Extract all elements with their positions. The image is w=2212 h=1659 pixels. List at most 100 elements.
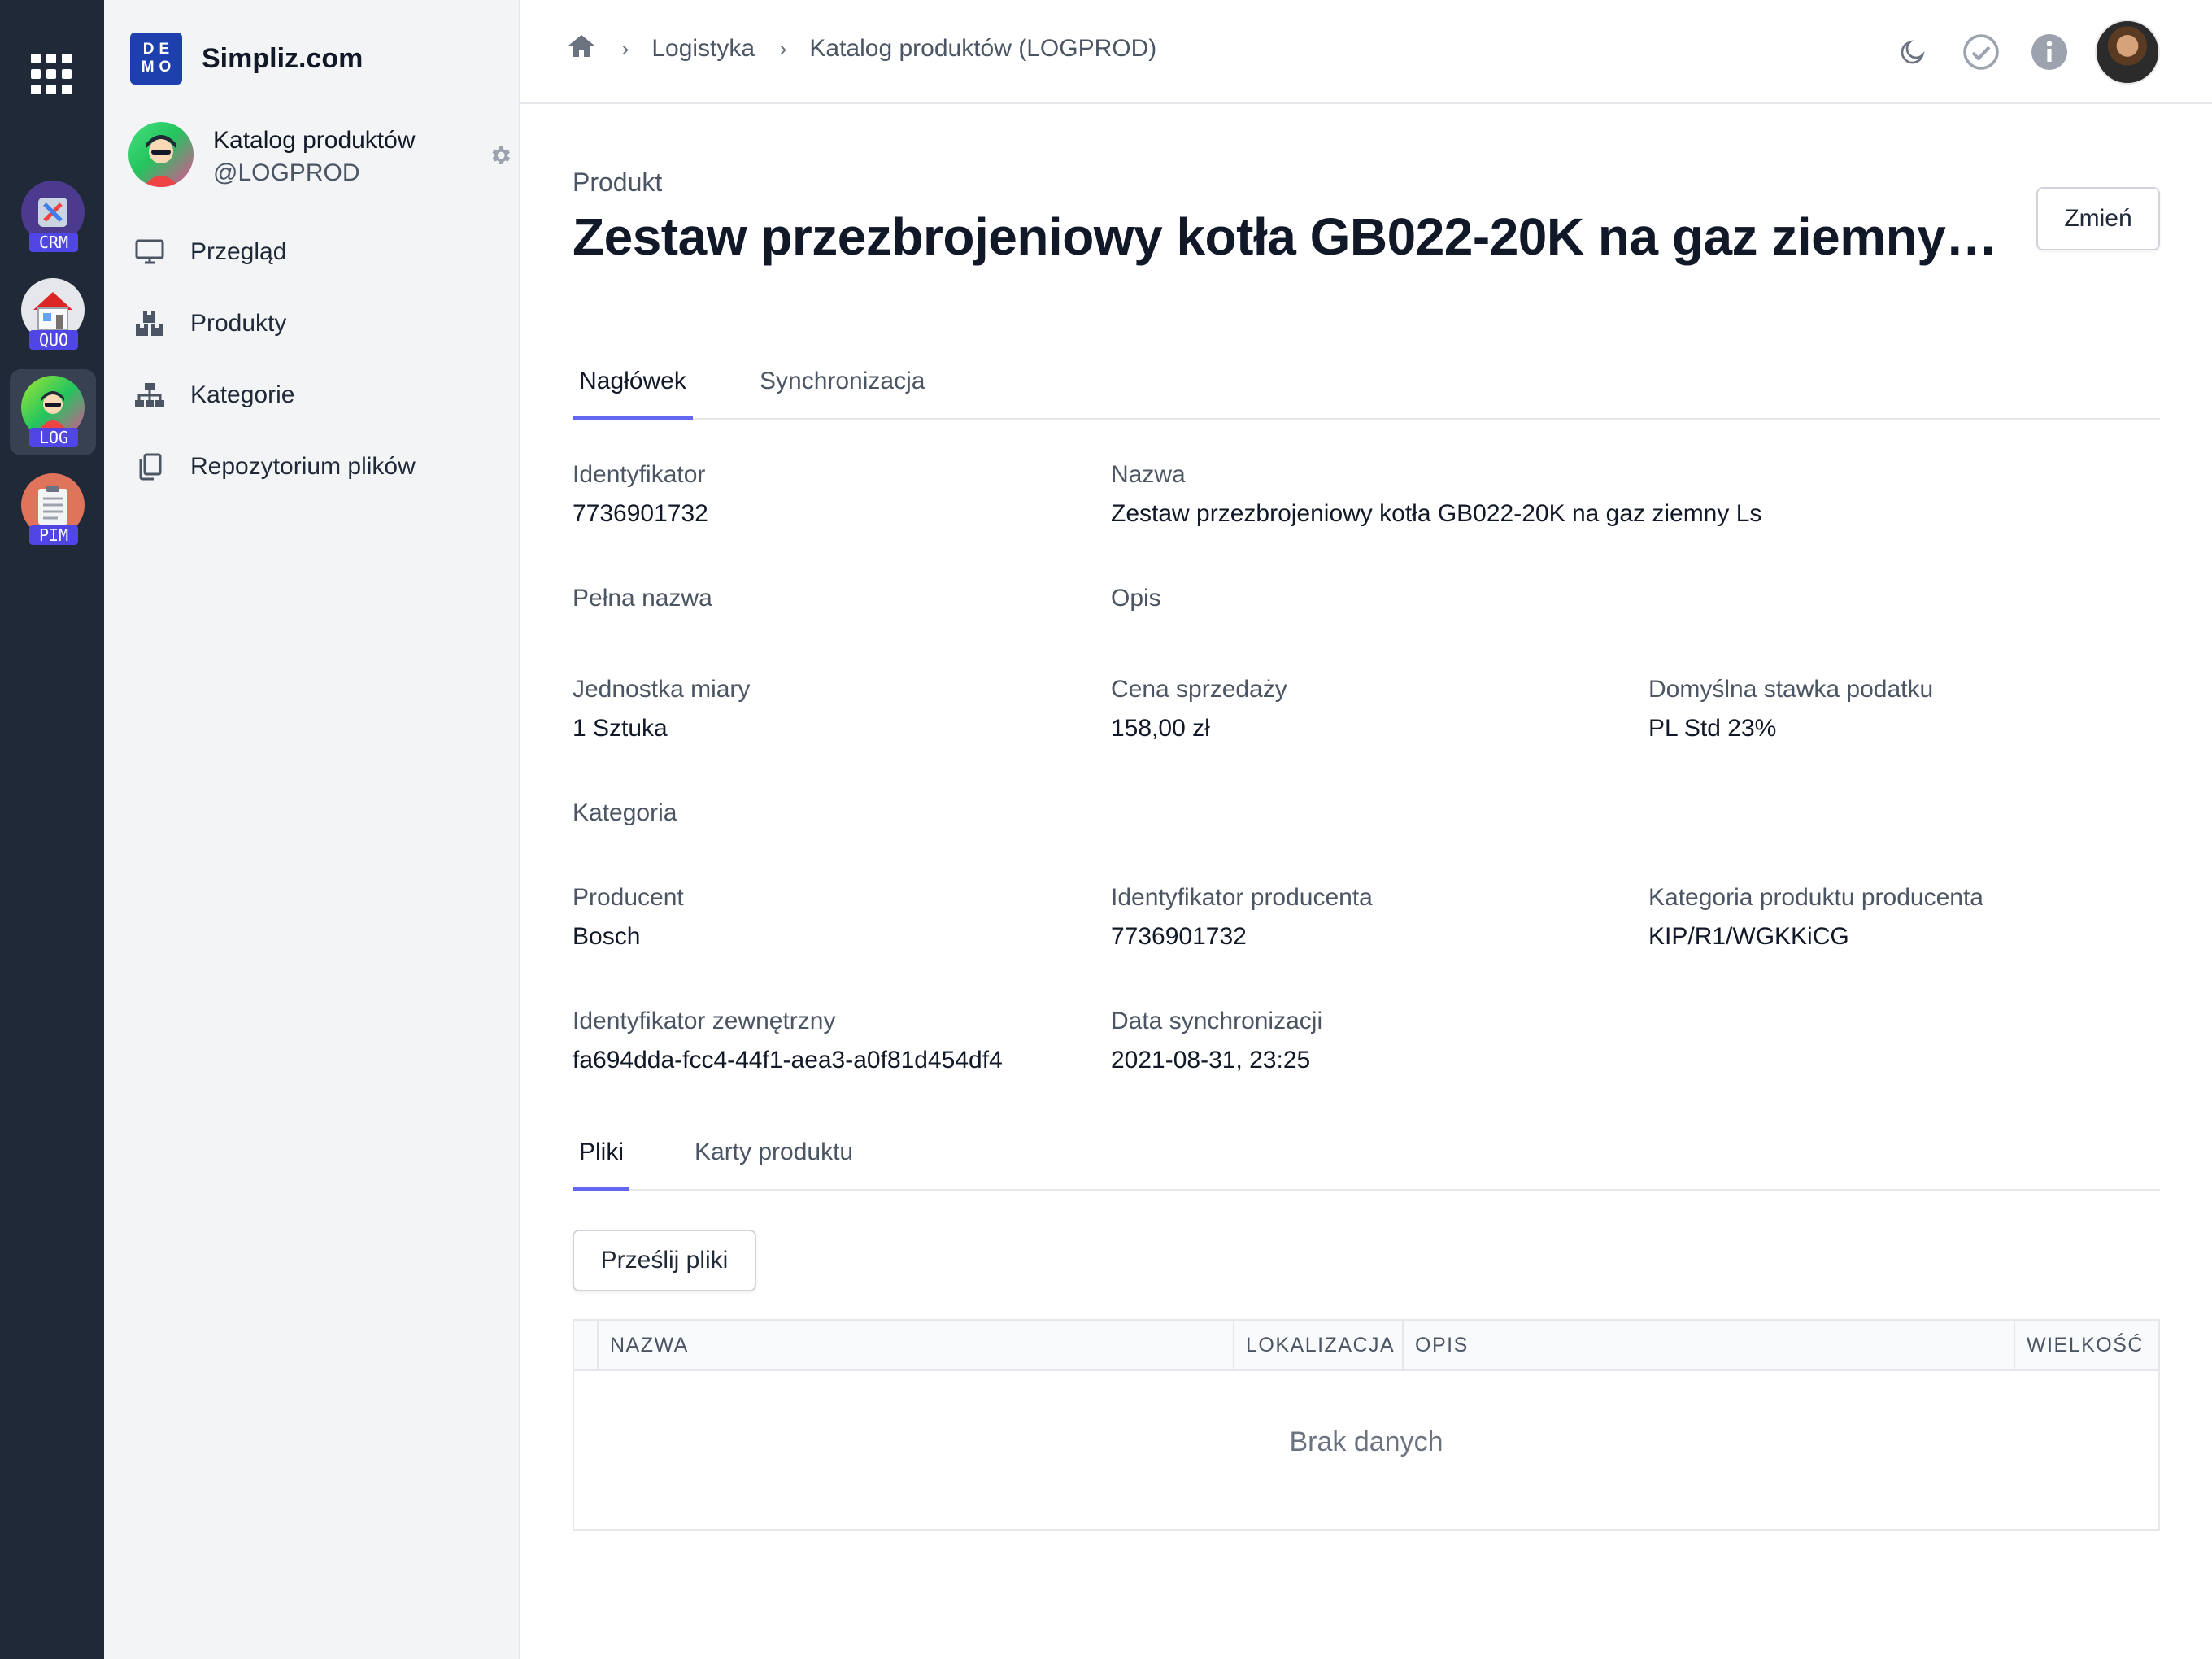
field-identyfikator-producenta: Identyfikator producenta 7736901732	[1111, 883, 1373, 951]
column-header-wielkosc[interactable]: WIELKOŚĆ	[2014, 1321, 2158, 1369]
secondary-sidebar: DE MO Simpliz.com Katalog produktów @LOG…	[104, 0, 520, 1659]
copy-icon	[133, 451, 166, 483]
field-stawka-podatku: Domyślna stawka podatku PL Std 23%	[1648, 675, 1933, 743]
field-label: Opis	[1111, 585, 1161, 612]
monitor-icon	[133, 236, 166, 268]
sitemap-icon	[133, 379, 166, 411]
logo-text-top: DE	[142, 41, 175, 58]
chevron-right-icon: ›	[779, 36, 787, 61]
app-crm[interactable]: CRM	[10, 174, 96, 260]
detail-tabs: Nagłówek Synchronizacja	[573, 361, 2160, 420]
gear-icon[interactable]	[488, 143, 512, 172]
field-value: 7736901732	[1111, 923, 1247, 950]
tab-label: Karty produktu	[695, 1139, 854, 1165]
files-table: NAZWA LOKALIZACJA OPIS WIELKOŚĆ Brak dan…	[573, 1319, 2160, 1531]
table-header: NAZWA LOKALIZACJA OPIS WIELKOŚĆ	[574, 1321, 2158, 1371]
app-pim[interactable]: PIM	[10, 467, 96, 553]
page-title: Zestaw przezbrojeniowy kotła GB022-20K n…	[573, 207, 2004, 266]
app-tag: CRM	[29, 233, 78, 252]
field-label: Kategoria	[573, 799, 677, 826]
field-value: Zestaw przezbrojeniowy kotła GB022-20K n…	[1111, 500, 1762, 527]
top-bar: › Logistyka › Katalog produktów (LOGPROD…	[520, 0, 2212, 104]
app-tag: QUO	[29, 330, 78, 350]
tab-synchronizacja[interactable]: Synchronizacja	[753, 361, 931, 420]
tab-label: Synchronizacja	[760, 368, 925, 394]
column-header-lokalizacja[interactable]: LOKALIZACJA	[1233, 1321, 1402, 1369]
brand[interactable]: DE MO Simpliz.com	[130, 33, 363, 85]
demo-logo: DE MO	[130, 33, 182, 85]
tab-pliki[interactable]: Pliki	[573, 1132, 629, 1191]
tab-label: Pliki	[579, 1139, 625, 1165]
sidebar-item-repozytorium[interactable]: Repozytorium plików	[128, 431, 496, 503]
context-title: Katalog produktów	[213, 127, 416, 154]
field-value: 1 Sztuka	[573, 715, 668, 742]
field-nazwa: Nazwa Zestaw przezbrojeniowy kotła GB022…	[1111, 460, 1761, 529]
field-value: 158,00 zł	[1111, 715, 1210, 742]
logo-text-bottom: MO	[141, 59, 176, 76]
user-avatar[interactable]	[2095, 20, 2160, 85]
field-kategoria: Kategoria	[573, 799, 677, 828]
field-value: fa694dda-fcc4-44f1-aea3-a0f81d454df4	[573, 1047, 1003, 1073]
files-tabs: Pliki Karty produktu	[573, 1132, 2160, 1191]
field-label: Nazwa	[1111, 461, 1186, 488]
column-header-opis[interactable]: OPIS	[1402, 1321, 2014, 1369]
check-circle-icon[interactable]	[1960, 31, 2002, 73]
chevron-right-icon: ›	[621, 36, 629, 61]
app-tag: PIM	[29, 525, 78, 545]
field-value: KIP/R1/WGKKiCG	[1648, 923, 1849, 950]
field-data-synchronizacji: Data synchronizacji 2021-08-31, 23:25	[1111, 1007, 1322, 1075]
field-label: Domyślna stawka podatku	[1648, 676, 1934, 703]
field-label: Producent	[573, 884, 684, 911]
context-header: Katalog produktów @LOGPROD	[128, 122, 511, 190]
moon-icon[interactable]	[1892, 31, 1934, 73]
sidebar-item-label: Kategorie	[190, 381, 295, 408]
info-icon[interactable]	[2028, 31, 2070, 73]
field-producent: Producent Bosch	[573, 883, 684, 951]
field-opis: Opis	[1111, 584, 1161, 613]
boxes-icon	[133, 307, 166, 340]
sidebar-item-label: Repozytorium plików	[190, 453, 416, 480]
sidebar-nav: Przegląd Produkty Kategorie Repozytorium…	[128, 216, 496, 503]
context-handle: @LOGPROD	[213, 159, 360, 186]
empty-state: Brak danych	[1289, 1426, 1443, 1457]
home-icon[interactable]	[566, 33, 597, 65]
field-label: Kategoria produktu producenta	[1648, 884, 1983, 911]
app-rail: CRM QUO LOG PIM	[0, 0, 104, 1659]
field-value: 7736901732	[573, 500, 708, 527]
field-value: Bosch	[573, 923, 641, 950]
field-jednostka-miary: Jednostka miary 1 Sztuka	[573, 675, 750, 743]
upload-files-button[interactable]: Prześlij pliki	[573, 1230, 756, 1291]
app-log[interactable]: LOG	[10, 369, 96, 455]
brand-name: Simpliz.com	[202, 42, 364, 74]
apps-grid-icon[interactable]	[31, 54, 72, 94]
breadcrumb-item[interactable]: Logistyka	[651, 35, 755, 63]
field-label: Identyfikator producenta	[1111, 884, 1373, 911]
tab-naglowek[interactable]: Nagłówek	[573, 361, 693, 420]
breadcrumb: › Logistyka › Katalog produktów (LOGPROD…	[566, 33, 1156, 65]
field-cena-sprzedazy: Cena sprzedaży 158,00 zł	[1111, 675, 1287, 743]
tab-karty-produktu[interactable]: Karty produktu	[688, 1132, 860, 1191]
sidebar-item-produkty[interactable]: Produkty	[128, 288, 496, 359]
field-value: 2021-08-31, 23:25	[1111, 1047, 1311, 1073]
breadcrumb-item[interactable]: Katalog produktów (LOGPROD)	[809, 35, 1156, 63]
sidebar-item-przeglad[interactable]: Przegląd	[128, 216, 496, 288]
field-label: Identyfikator zewnętrzny	[573, 1008, 836, 1034]
sidebar-item-label: Produkty	[190, 310, 287, 337]
field-identyfikator-zewnetrzny: Identyfikator zewnętrzny fa694dda-fcc4-4…	[573, 1007, 1003, 1075]
app-quo[interactable]: QUO	[10, 272, 96, 358]
field-identyfikator: Identyfikator 7736901732	[573, 460, 708, 529]
sidebar-item-label: Przegląd	[190, 238, 287, 265]
top-actions	[1866, 20, 2160, 85]
field-pelna-nazwa: Pełna nazwa	[573, 584, 712, 613]
sidebar-item-kategorie[interactable]: Kategorie	[128, 359, 496, 431]
tab-label: Nagłówek	[579, 368, 686, 394]
column-header-nazwa[interactable]: NAZWA	[597, 1321, 1233, 1369]
app-tag: LOG	[29, 428, 78, 447]
field-label: Jednostka miary	[573, 676, 751, 703]
field-label: Cena sprzedaży	[1111, 676, 1287, 703]
page-kicker: Produkt	[573, 168, 663, 197]
change-button[interactable]: Zmień	[2036, 187, 2160, 250]
field-value: PL Std 23%	[1648, 715, 1777, 742]
field-label: Pełna nazwa	[573, 585, 712, 612]
field-label: Identyfikator	[573, 461, 706, 488]
